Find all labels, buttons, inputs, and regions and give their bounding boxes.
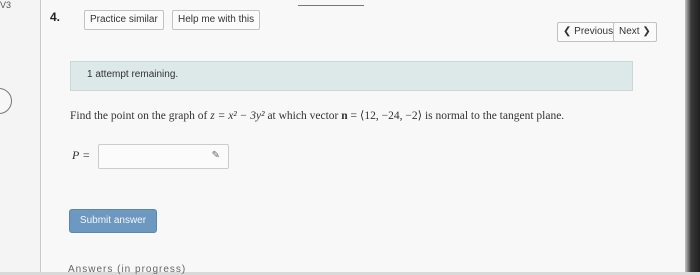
- right-edge: [685, 0, 700, 272]
- question-intro: Find the point on the graph of: [70, 110, 211, 122]
- corner-text: V3: [0, 0, 12, 10]
- attempts-text: 1 attempt remaining.: [87, 69, 179, 80]
- question-vector-eq: = ⟨12, −24, −2⟩: [347, 110, 423, 122]
- question-text: Find the point on the graph of z = x² − …: [70, 108, 640, 124]
- divider-line: [298, 5, 364, 6]
- submit-answer-button[interactable]: Submit answer: [69, 209, 157, 233]
- question-end: is normal to the tangent plane.: [422, 110, 565, 122]
- answer-input[interactable]: ✎: [98, 144, 229, 169]
- help-me-button[interactable]: Help me with this: [172, 10, 261, 30]
- attempts-alert: 1 attempt remaining.: [70, 61, 633, 91]
- pencil-icon[interactable]: ✎: [212, 150, 220, 161]
- question-equation: z = x² − 3y²: [210, 110, 265, 122]
- question-number: 4.: [50, 10, 61, 24]
- answer-label: P =: [72, 148, 91, 162]
- question-middle: at which vector: [264, 110, 342, 122]
- side-circle-icon[interactable]: [0, 88, 12, 114]
- practice-similar-button[interactable]: Practice similar: [84, 10, 164, 30]
- next-button[interactable]: Next ❯: [613, 22, 657, 42]
- previous-button[interactable]: ❮ Previous: [557, 22, 620, 42]
- answers-in-progress-link[interactable]: Answers (in progress): [68, 264, 186, 275]
- left-edge: V3: [0, 0, 41, 272]
